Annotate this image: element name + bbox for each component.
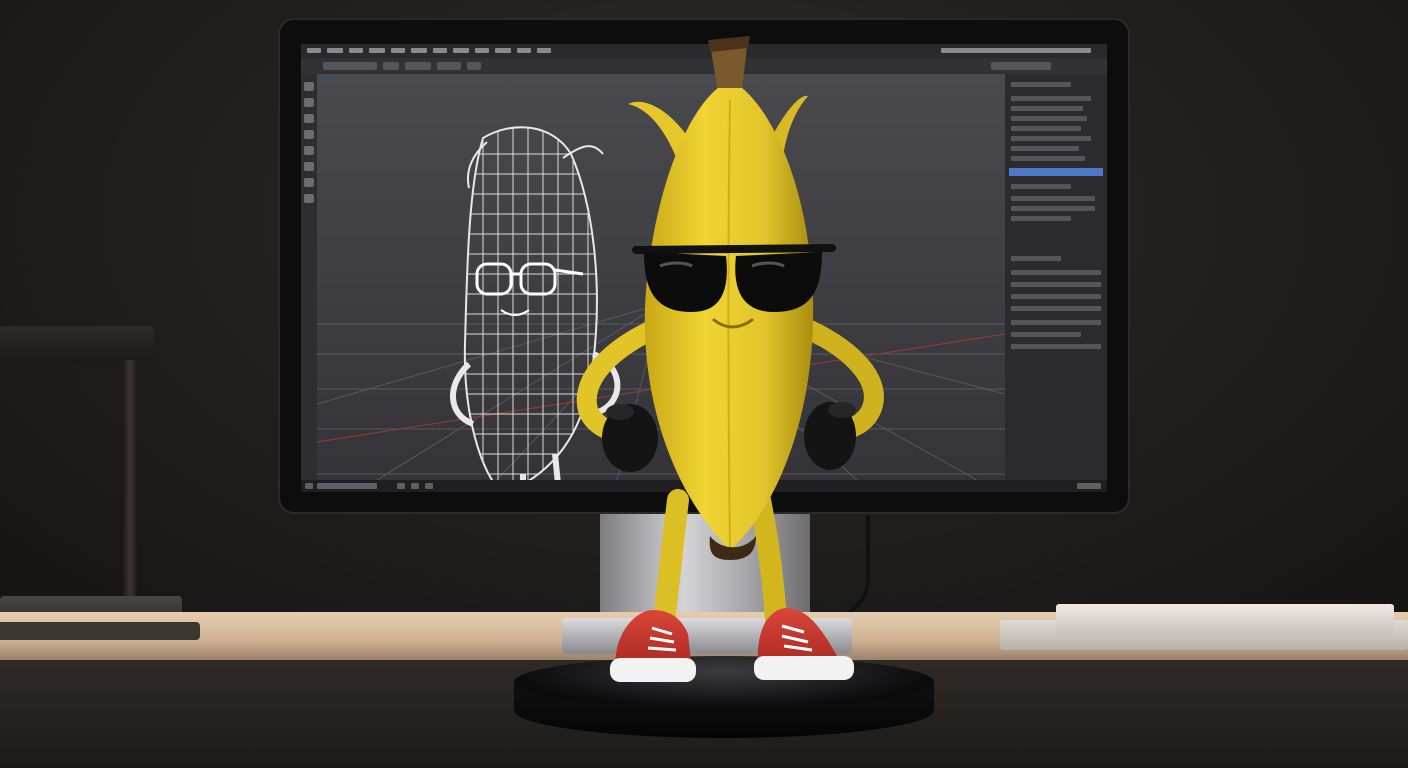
- toolbar-button[interactable]: [405, 62, 431, 70]
- panel-row[interactable]: [1011, 306, 1101, 311]
- panel-row[interactable]: [1011, 196, 1095, 201]
- panel-row[interactable]: [1011, 116, 1087, 121]
- select-tool-icon[interactable]: [304, 82, 314, 91]
- menu-item[interactable]: [369, 48, 385, 53]
- menu-item[interactable]: [537, 48, 551, 53]
- right-leg: [749, 489, 787, 631]
- rotate-tool-icon[interactable]: [304, 130, 314, 139]
- menu-item[interactable]: [453, 48, 469, 53]
- panel-row[interactable]: [1011, 320, 1101, 325]
- menu-item[interactable]: [411, 48, 427, 53]
- tool-strip: [301, 74, 317, 480]
- taskbar-app-icon[interactable]: [425, 483, 433, 489]
- panel-row[interactable]: [1011, 126, 1081, 131]
- menu-item[interactable]: [495, 48, 511, 53]
- toolbar-button[interactable]: [467, 62, 481, 70]
- desk-lamp-foot: [0, 622, 200, 640]
- measure-tool-icon[interactable]: [304, 194, 314, 203]
- taskbar-app-icon[interactable]: [411, 483, 419, 489]
- panel-row[interactable]: [1011, 344, 1101, 349]
- taskbar-app-icon[interactable]: [397, 483, 405, 489]
- banana-figure: [576, 36, 884, 682]
- panel-row[interactable]: [1011, 216, 1071, 221]
- panel-row[interactable]: [1011, 294, 1101, 299]
- menu-item[interactable]: [391, 48, 405, 53]
- left-leg: [653, 489, 689, 631]
- desk-lamp-pole: [123, 360, 137, 600]
- taskbar-clock: [1077, 483, 1101, 489]
- annotate-tool-icon[interactable]: [304, 178, 314, 187]
- panel-row[interactable]: [1011, 146, 1079, 151]
- panel-row[interactable]: [1011, 96, 1091, 101]
- menu-item[interactable]: [433, 48, 447, 53]
- menu-item[interactable]: [327, 48, 343, 53]
- left-glove: [602, 404, 658, 472]
- toolbar-button[interactable]: [383, 62, 399, 70]
- menu-item[interactable]: [475, 48, 489, 53]
- viewport-mode-chip[interactable]: [323, 78, 335, 80]
- panel-row[interactable]: [1011, 184, 1071, 189]
- menu-item[interactable]: [349, 48, 363, 53]
- panel-row[interactable]: [1011, 82, 1071, 87]
- panel-row[interactable]: [1011, 256, 1061, 261]
- book-top: [1056, 604, 1394, 634]
- toolbar-button[interactable]: [437, 62, 461, 70]
- desk-lamp-head: [0, 326, 154, 362]
- toolbar-tab[interactable]: [323, 62, 377, 70]
- right-sneaker: [754, 608, 854, 680]
- panel-row[interactable]: [1011, 136, 1091, 141]
- properties-panel: [1005, 74, 1107, 480]
- selected-outliner-row[interactable]: [1009, 168, 1103, 176]
- transform-tool-icon[interactable]: [304, 162, 314, 171]
- menu-item[interactable]: [307, 48, 321, 53]
- panel-row[interactable]: [1011, 206, 1095, 211]
- panel-row[interactable]: [1011, 282, 1101, 287]
- panel-row[interactable]: [1011, 270, 1101, 275]
- menu-item[interactable]: [517, 48, 531, 53]
- move-tool-icon[interactable]: [304, 114, 314, 123]
- window-controls[interactable]: [941, 48, 1091, 53]
- start-icon[interactable]: [305, 483, 313, 489]
- taskbar-search[interactable]: [317, 483, 377, 489]
- right-glove: [804, 402, 856, 470]
- panel-row[interactable]: [1011, 156, 1085, 161]
- panel-row[interactable]: [1011, 332, 1081, 337]
- cursor-tool-icon[interactable]: [304, 98, 314, 107]
- panel-row[interactable]: [1011, 106, 1083, 111]
- left-sneaker: [610, 610, 696, 682]
- toolbar-tab[interactable]: [991, 62, 1051, 70]
- scale-tool-icon[interactable]: [304, 146, 314, 155]
